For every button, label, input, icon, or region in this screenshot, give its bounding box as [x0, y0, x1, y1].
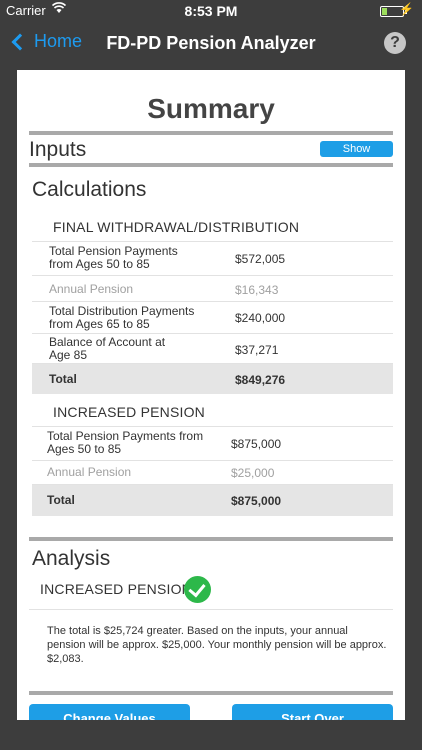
row-label: Annual Pension	[49, 282, 134, 296]
status-bar: Carrier 8:53 PM ⚡	[0, 0, 422, 22]
row-value: $25,000	[231, 466, 275, 480]
row-value: $572,005	[235, 252, 286, 266]
increased-pension-heading: INCREASED PENSION	[53, 404, 205, 420]
row-value: $240,000	[235, 311, 286, 325]
page-title: FD-PD Pension Analyzer	[106, 33, 316, 53]
divider	[29, 131, 393, 135]
analysis-result-label: INCREASED PENSION	[40, 581, 192, 597]
summary-heading: Summary	[147, 93, 275, 124]
calculations-heading: Calculations	[32, 178, 147, 201]
navigation-bar: Home FD-PD Pension Analyzer ?	[0, 22, 422, 66]
row-label: Total	[49, 372, 77, 386]
table-row: Annual Pension $25,000	[32, 461, 393, 485]
row-label: Total Distribution Payments from Ages 65…	[49, 304, 195, 331]
checkmark-icon	[184, 576, 211, 603]
table-row: Total Distribution Payments from Ages 65…	[32, 302, 393, 334]
divider	[29, 537, 393, 541]
row-value: $875,000	[231, 437, 282, 451]
divider	[29, 163, 393, 167]
divider	[29, 609, 393, 610]
row-label: Annual Pension	[47, 465, 132, 479]
table-row: Annual Pension $16,343	[32, 276, 393, 302]
table-row: Total Pension Payments from Ages 50 to 8…	[32, 241, 393, 276]
row-label: Total Pension Payments from Ages 50 to 8…	[47, 429, 204, 456]
help-icon[interactable]: ?	[384, 32, 406, 54]
change-values-button[interactable]: Change Values	[29, 704, 190, 720]
start-over-button[interactable]: Start Over	[232, 704, 393, 720]
row-value: $875,000	[231, 494, 282, 508]
summary-card: Summary Inputs Show Calculations FINAL W…	[17, 70, 405, 720]
row-label: Total Pension Payments from Ages 50 to 8…	[49, 244, 178, 271]
table-row: Total Pension Payments from Ages 50 to 8…	[32, 426, 393, 461]
inputs-heading: Inputs	[29, 138, 87, 161]
total-row: Total $875,000	[32, 485, 393, 516]
table-row: Balance of Account at Age 85 $37,271	[32, 334, 393, 364]
show-inputs-button[interactable]: Show	[320, 141, 393, 157]
final-withdrawal-heading: FINAL WITHDRAWAL/DISTRIBUTION	[53, 219, 300, 235]
row-value: $16,343	[235, 283, 279, 297]
row-value: $849,276	[235, 373, 286, 387]
total-row: Total $849,276	[32, 364, 393, 394]
row-label: Total	[47, 493, 75, 507]
analysis-text: The total is $25,724 greater. Based on t…	[47, 625, 387, 665]
analysis-heading: Analysis	[32, 547, 111, 570]
clock-time: 8:53 PM	[184, 3, 238, 19]
charging-icon: ⚡	[399, 2, 414, 16]
row-label: Balance of Account at Age 85	[49, 335, 166, 362]
divider	[29, 691, 393, 695]
row-value: $37,271	[235, 343, 279, 357]
